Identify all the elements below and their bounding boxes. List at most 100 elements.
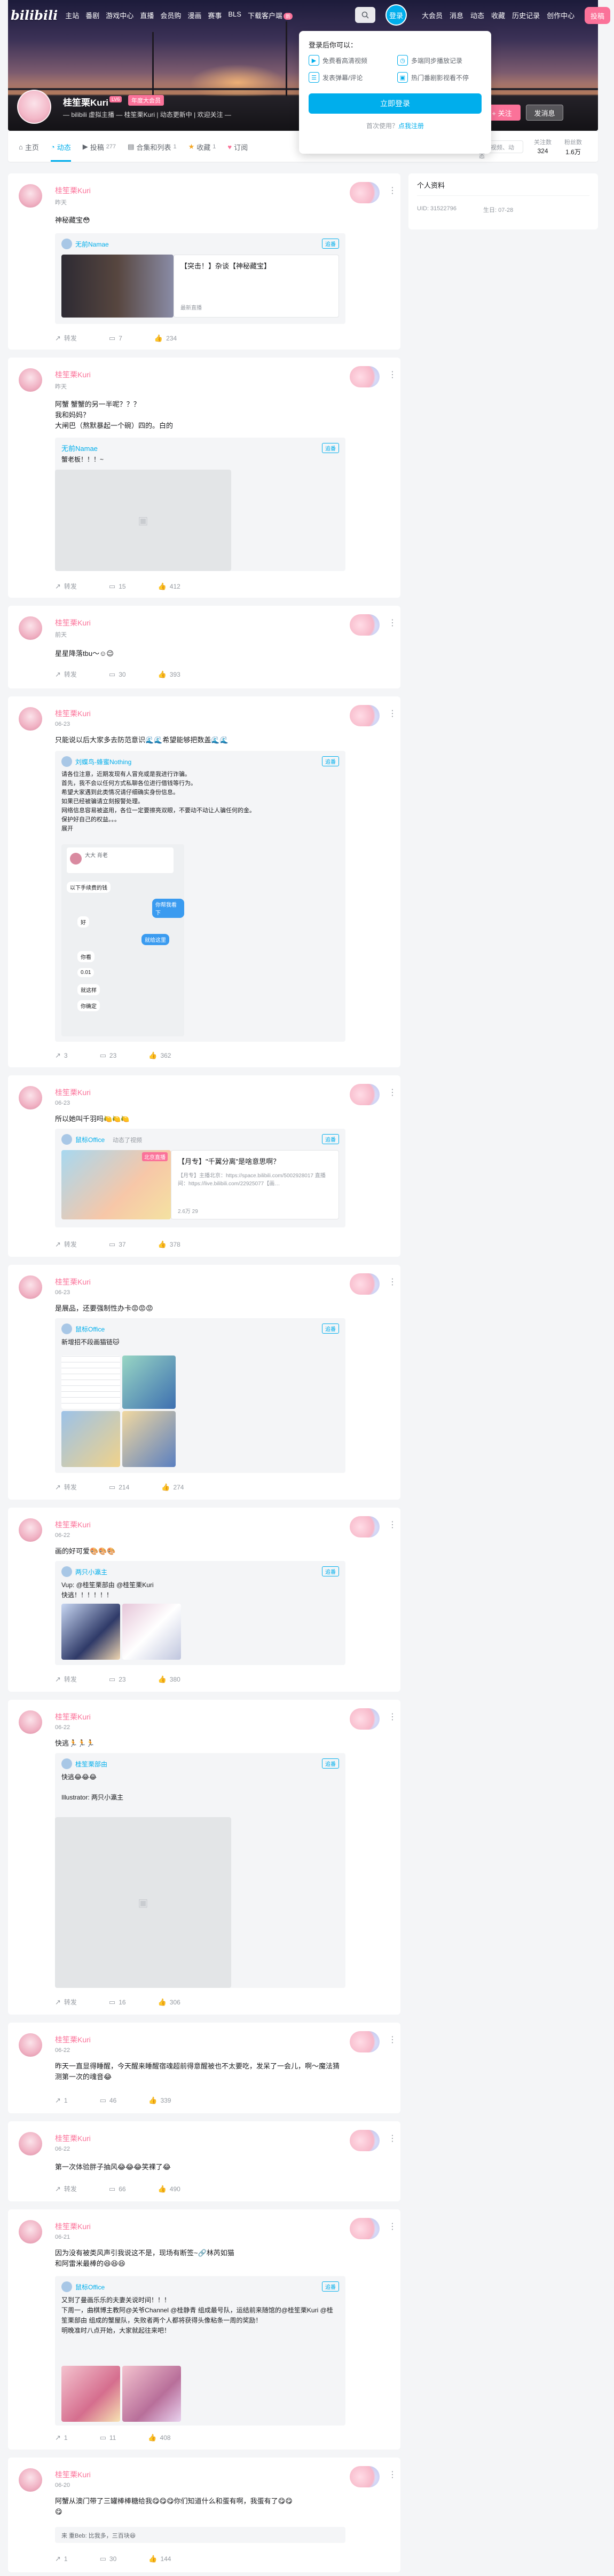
forward-block[interactable]: 刘蝶鸟-蜂蜜Nothing 追番 请各位注意，近期发现有人冒充或是我进行诈骗。 …: [55, 751, 345, 1042]
share-action[interactable]: ↗ 转发: [55, 1483, 77, 1492]
forward-user[interactable]: 无前Namae: [75, 240, 109, 249]
forward-block[interactable]: 鼠标Office 追番 又到了曼画乐乐的夫妻关说时间！！！ 下周一，曲棋博主教阿…: [55, 2276, 345, 2426]
author-name[interactable]: 桂笙栗Kuri: [55, 185, 91, 196]
author-avatar[interactable]: [19, 2132, 42, 2155]
popup-login-button[interactable]: 立即登录: [309, 93, 482, 114]
like-action[interactable]: 👍 339: [148, 2096, 171, 2105]
nav-item-games[interactable]: 游戏中心: [106, 10, 133, 20]
like-action[interactable]: 👍 408: [148, 2434, 170, 2442]
author-avatar[interactable]: [19, 1710, 42, 1734]
image-placeholder[interactable]: ▣: [55, 1817, 231, 1988]
tab-subscriptions[interactable]: ♥ 订阅: [227, 132, 248, 162]
more-icon[interactable]: ⋮: [388, 1711, 397, 1722]
author-name[interactable]: 桂笙栗Kuri: [55, 369, 91, 380]
author-name[interactable]: 桂笙栗Kuri: [55, 2034, 91, 2045]
forward-tag[interactable]: 追番: [322, 1758, 339, 1769]
comment-action[interactable]: ▭ 23: [109, 1675, 126, 1684]
author-name[interactable]: 桂笙栗Kuri: [55, 708, 91, 719]
nav-item-match[interactable]: 赛事: [208, 10, 222, 20]
share-action[interactable]: ↗ 转发: [55, 1240, 77, 1249]
share-action[interactable]: ↗ 3: [55, 1051, 68, 1060]
more-icon[interactable]: ⋮: [388, 369, 397, 380]
bilibili-logo[interactable]: bilibili: [11, 7, 58, 23]
comment-action[interactable]: ▭ 11: [100, 2434, 116, 2442]
share-action[interactable]: ↗ 转发: [55, 1675, 77, 1684]
forward-user[interactable]: 鼠标Office: [75, 1325, 105, 1334]
more-icon[interactable]: ⋮: [388, 1519, 397, 1530]
more-icon[interactable]: ⋮: [388, 2133, 397, 2144]
share-action[interactable]: ↗ 1: [55, 2096, 68, 2105]
author-avatar[interactable]: [19, 616, 42, 640]
comment-action[interactable]: ▭ 7: [109, 334, 122, 343]
image-thumb[interactable]: [61, 1356, 120, 1409]
comment-preview[interactable]: 来 重Beb: 比我多，三百块😆: [55, 2527, 345, 2543]
like-action[interactable]: 👍 362: [148, 1051, 171, 1060]
like-action[interactable]: 👍 234: [154, 334, 177, 343]
author-avatar[interactable]: [19, 184, 42, 208]
more-icon[interactable]: ⋮: [388, 1277, 397, 1287]
image-thumb[interactable]: [122, 2366, 181, 2422]
like-action[interactable]: 👍 274: [161, 1483, 184, 1492]
forward-block[interactable]: 鼠标Office 动态了视频 追番 北京直播 【月专】"千翼分离"是啥意思啊？ …: [55, 1129, 345, 1227]
like-action[interactable]: 👍 393: [158, 670, 180, 679]
forward-block[interactable]: 桂笙栗部由 追番 快逃😂😂😂 Illustrator: 两只小瀛主 ▣: [55, 1753, 345, 1988]
author-avatar[interactable]: [19, 2220, 42, 2244]
author-avatar[interactable]: [19, 1086, 42, 1109]
share-action[interactable]: ↗ 1: [55, 2434, 68, 2442]
forward-user[interactable]: 无前Namae: [61, 443, 98, 453]
video-card[interactable]: 【月专】"千翼分离"是啥意思啊？ 【月专】主播北京：https://space.…: [171, 1150, 339, 1219]
forward-tag[interactable]: 追番: [322, 443, 339, 453]
more-icon[interactable]: ⋮: [388, 2034, 397, 2045]
share-action[interactable]: ↗ 1: [55, 2555, 68, 2563]
comment-action[interactable]: ▭ 16: [109, 1998, 126, 2007]
image-thumb[interactable]: [61, 1411, 120, 1467]
tab-videos[interactable]: ▶ 投稿 277: [83, 132, 116, 162]
author-name[interactable]: 桂笙栗Kuri: [55, 617, 91, 628]
comment-action[interactable]: ▭ 46: [100, 2096, 117, 2105]
image-thumb[interactable]: [122, 1356, 176, 1409]
share-action[interactable]: ↗ 转发: [55, 582, 77, 591]
image-thumb[interactable]: [122, 1604, 181, 1660]
comment-action[interactable]: ▭ 23: [100, 1051, 117, 1060]
forward-tag[interactable]: 追番: [322, 1134, 339, 1144]
share-action[interactable]: ↗ 转发: [55, 670, 77, 679]
message-button[interactable]: 发消息: [526, 105, 563, 121]
share-action[interactable]: ↗ 转发: [55, 2184, 77, 2193]
author-name[interactable]: 桂笙栗Kuri: [55, 1519, 91, 1530]
nav-item-mall[interactable]: 会员购: [160, 10, 181, 20]
forward-tag[interactable]: 追番: [322, 1323, 339, 1334]
video-card[interactable]: 【突击！】杂谈【神秘藏宝】 最新直播: [174, 255, 339, 318]
comment-action[interactable]: ▭ 30: [100, 2555, 117, 2563]
more-icon[interactable]: ⋮: [388, 617, 397, 628]
forward-user[interactable]: 两只小瀛主: [75, 1567, 107, 1576]
like-action[interactable]: 👍 144: [148, 2555, 171, 2563]
share-action[interactable]: ↗ 转发: [55, 1998, 77, 2007]
forward-block[interactable]: 鼠标Office 追番 新增招不段画猫链🐱: [55, 1318, 345, 1473]
like-action[interactable]: 👍 378: [158, 1240, 180, 1249]
author-name[interactable]: 桂笙栗Kuri: [55, 2221, 91, 2232]
author-avatar[interactable]: [19, 1518, 42, 1542]
comment-action[interactable]: ▭ 37: [109, 1240, 126, 1249]
comment-action[interactable]: ▭ 214: [109, 1483, 129, 1492]
author-name[interactable]: 桂笙栗Kuri: [55, 1711, 91, 1722]
image-placeholder[interactable]: ▣: [55, 470, 231, 571]
nav-item-bls[interactable]: BLS: [228, 10, 241, 20]
stat-followers[interactable]: 粉丝数 1.6万: [564, 138, 582, 156]
more-icon[interactable]: ⋮: [388, 2469, 397, 2480]
author-avatar[interactable]: [19, 2468, 42, 2492]
comment-action[interactable]: ▭ 15: [109, 582, 126, 591]
nav-item-download[interactable]: 下载客户端新: [248, 10, 293, 20]
nav-item-live[interactable]: 直播: [140, 10, 154, 20]
forward-block[interactable]: 无前Namae 追番 蟹老板！！！~ ▣: [55, 438, 345, 571]
tab-collections[interactable]: ▤ 合集和列表 1: [128, 132, 176, 162]
more-icon[interactable]: ⋮: [388, 2221, 397, 2232]
video-cover[interactable]: [61, 255, 174, 318]
more-icon[interactable]: ⋮: [388, 708, 397, 719]
nav-item-home[interactable]: 主站: [65, 10, 79, 20]
share-action[interactable]: ↗ 转发: [55, 334, 77, 343]
forward-tag[interactable]: 追番: [322, 756, 339, 766]
comment-action[interactable]: ▭ 30: [109, 670, 126, 679]
author-name[interactable]: 桂笙栗Kuri: [55, 1277, 91, 1287]
author-name[interactable]: 桂笙栗Kuri: [55, 2133, 91, 2144]
like-action[interactable]: 👍 380: [158, 1675, 180, 1684]
